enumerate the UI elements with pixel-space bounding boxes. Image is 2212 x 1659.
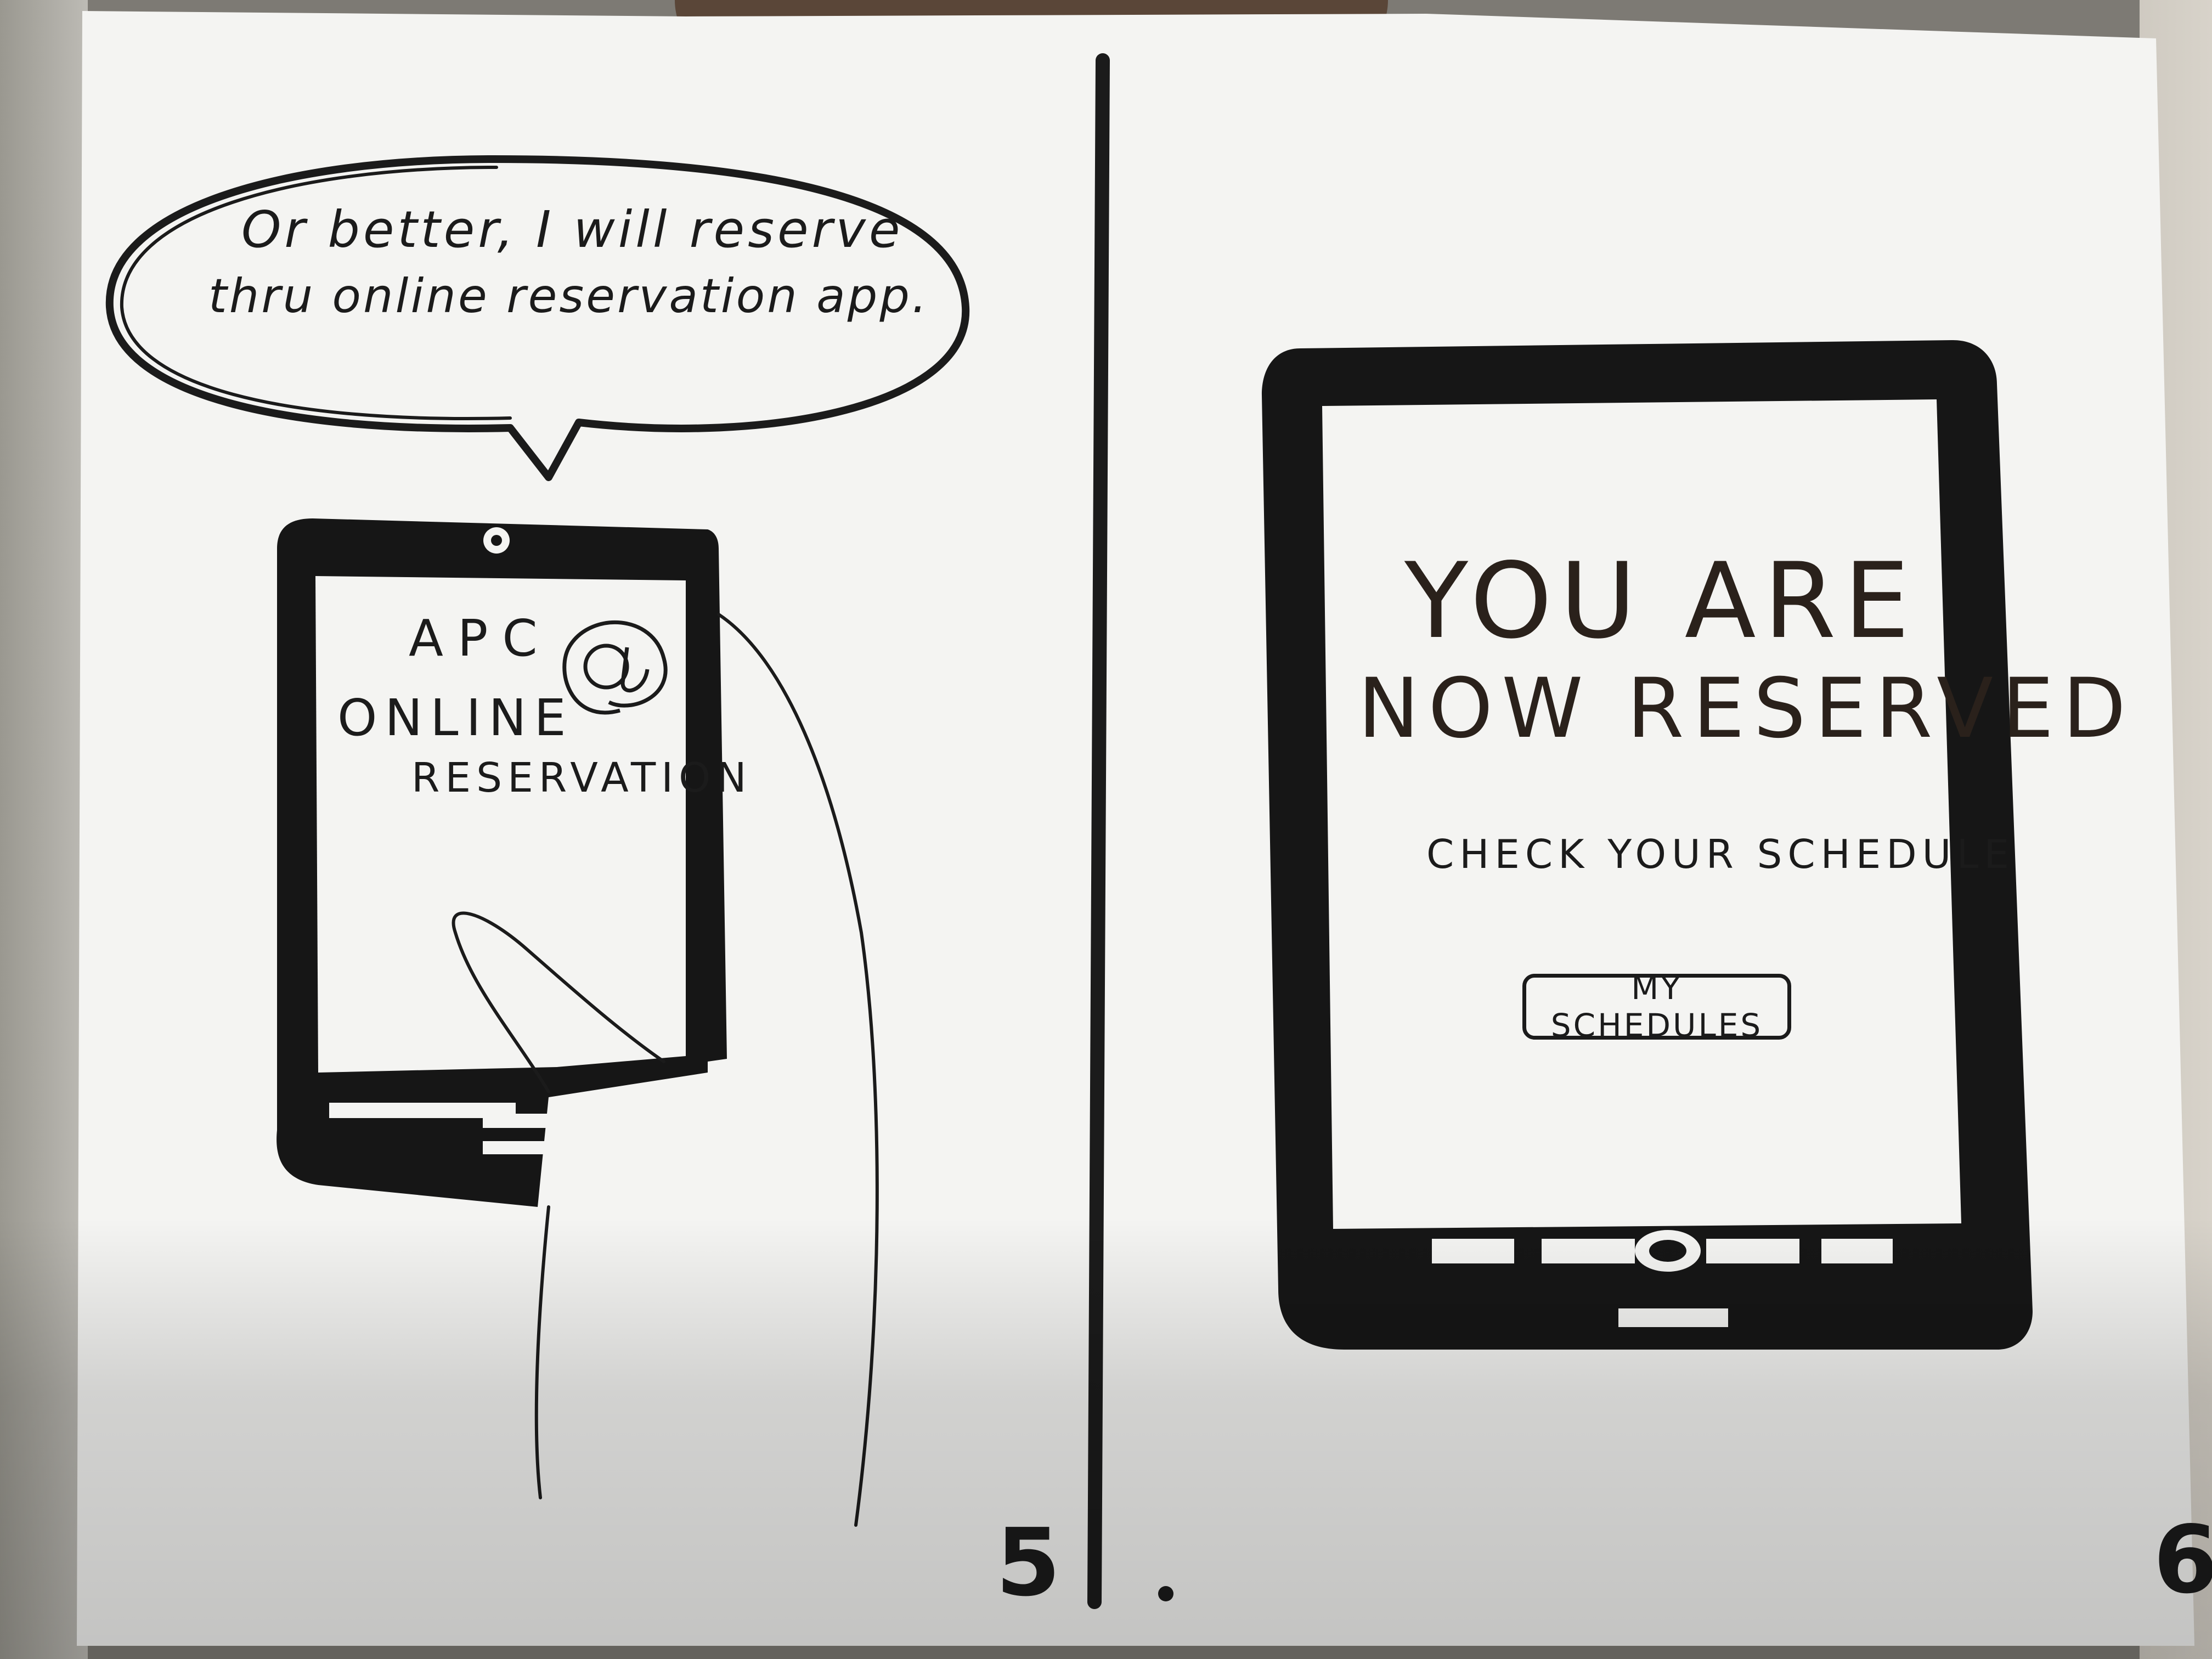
storyboard-sheet: Or better, I will reserve thru online re…: [0, 0, 2212, 1659]
app-name-reservation: RESERVATION: [411, 754, 752, 802]
ink-dot: [1158, 1586, 1173, 1601]
confirmation-title-line1: YOU ARE: [1404, 540, 1917, 662]
speech-bubble-line2: thru online reservation app.: [208, 269, 929, 324]
check-schedule-text: CHECK YOUR SCHEDULE: [1426, 831, 2015, 877]
my-schedules-button[interactable]: MY SCHEDULES: [1522, 969, 1791, 1044]
speech-bubble-line1: Or better, I will reserve: [241, 200, 904, 259]
app-name-online: ONLINE: [337, 689, 574, 747]
panel-divider: [1087, 53, 1110, 1609]
page-number-left: 5: [996, 1509, 1061, 1617]
page-number-right: 6: [2153, 1506, 2212, 1615]
app-name-apc: APC: [409, 609, 552, 668]
confirmation-title-line2: NOW RESERVED: [1358, 661, 2135, 757]
